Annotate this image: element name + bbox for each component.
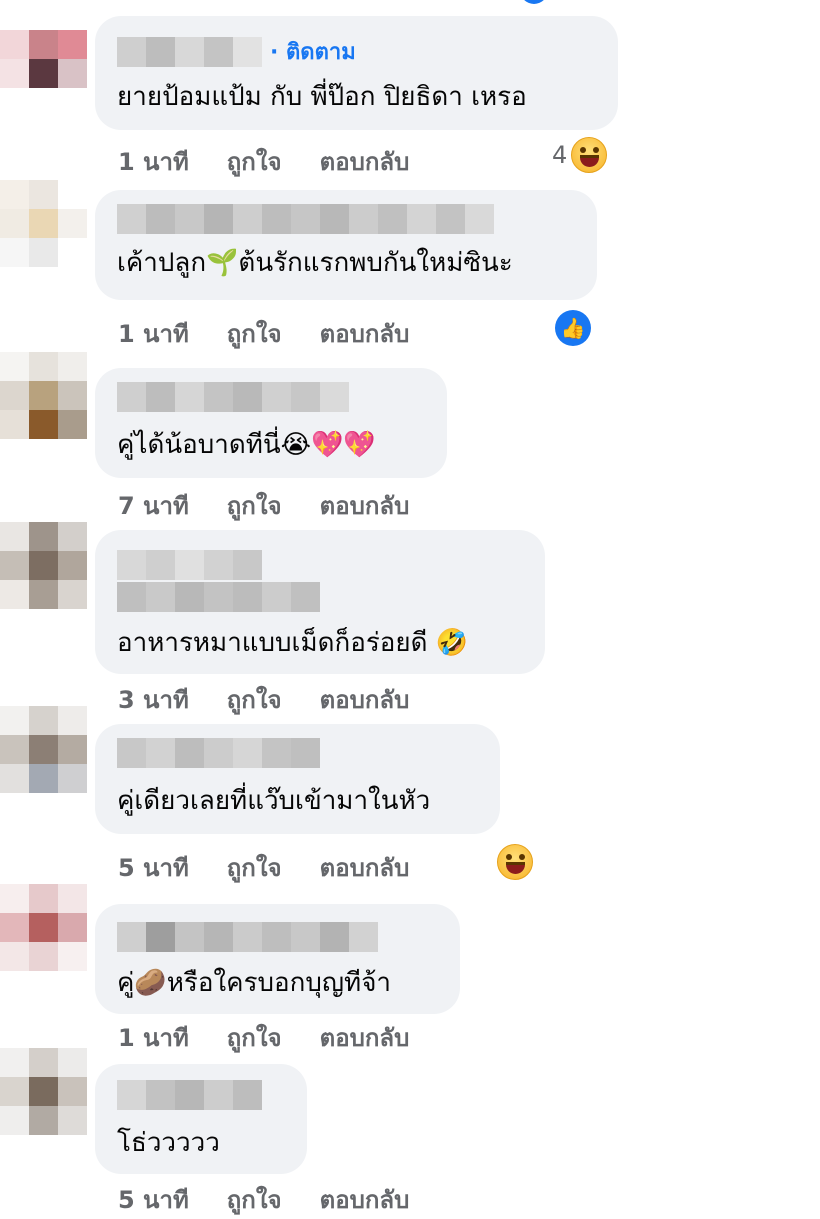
comment-bubble: · ติดตาม ยายป้อมแป้ม กับ พี่ป๊อก ปิยธิดา… [95,16,618,130]
reaction-summary[interactable]: 👍 [555,310,591,346]
avatar[interactable] [0,1048,88,1136]
partial-reaction-icon [520,0,548,4]
reply-button[interactable]: ตอบกลับ [320,486,410,525]
avatar[interactable] [0,522,88,610]
comment-time[interactable]: 5 นาที [118,1180,189,1219]
avatar[interactable] [0,352,88,440]
comment-bubble: คู่ได้น้อบาดทีนี่😭💖💖 [95,368,447,478]
comment-text: อาหารหมาแบบเม็ดก็อร่อยดี 🤣 [117,628,469,658]
comment-bubble: เค้าปลูก🌱ต้นรักแรกพบกันใหม่ซินะ [95,190,597,300]
commenter-name[interactable] [117,1080,262,1110]
comment-text: คู่ได้น้อบาดทีนี่😭💖💖 [117,430,376,460]
like-button[interactable]: ถูกใจ [227,1018,282,1057]
like-button[interactable]: ถูกใจ [227,1180,282,1219]
comment-text: ยายป้อมแป้ม กับ พี่ป๊อก ปิยธิดา เหรอ [117,82,527,112]
haha-icon [571,137,608,173]
comment-time[interactable]: 7 นาที [118,486,189,525]
comment-text: โธ่ววววว [117,1128,220,1158]
like-button[interactable]: ถูกใจ [227,680,282,719]
commenter-name[interactable] [117,738,320,768]
follow-link[interactable]: · ติดตาม [270,34,356,69]
comment-text: คู่🥔หรือใครบอกบุญทีจ้า [117,968,392,998]
comment-bubble: อาหารหมาแบบเม็ดก็อร่อยดี 🤣 [95,530,545,674]
comment-text: เค้าปลูก🌱ต้นรักแรกพบกันใหม่ซินะ [117,248,513,278]
reply-button[interactable]: ตอบกลับ [320,314,410,353]
reaction-count: 4 [552,141,568,169]
commenter-name[interactable] [117,550,262,580]
comment-bubble: คู่เดียวเลยที่แว๊บเข้ามาในหัว [95,724,500,834]
haha-icon [497,844,533,880]
commenter-name[interactable] [117,36,262,67]
like-button[interactable]: ถูกใจ [227,142,282,181]
comment-text: คู่เดียวเลยที่แว๊บเข้ามาในหัว [117,786,431,816]
comment-time[interactable]: 1 นาที [118,142,189,181]
like-button[interactable]: ถูกใจ [227,314,282,353]
comment-time[interactable]: 3 นาที [118,680,189,719]
avatar[interactable] [0,180,88,268]
avatar[interactable] [0,30,88,118]
commenter-name[interactable] [117,922,378,952]
reaction-summary[interactable]: 4 [552,137,608,173]
like-icon: 👍 [555,310,591,346]
comment-time[interactable]: 1 นาที [118,1018,189,1057]
like-button[interactable]: ถูกใจ [227,486,282,525]
reply-button[interactable]: ตอบกลับ [320,680,410,719]
reply-button[interactable]: ตอบกลับ [320,1018,410,1057]
avatar[interactable] [0,884,88,972]
reply-button[interactable]: ตอบกลับ [320,142,410,181]
commenter-name[interactable] [117,382,349,412]
reply-button[interactable]: ตอบกลับ [320,1180,410,1219]
like-button[interactable]: ถูกใจ [227,848,282,887]
commenter-name[interactable] [117,204,494,234]
commenter-name-line2 [117,582,320,612]
comment-time[interactable]: 1 นาที [118,314,189,353]
avatar[interactable] [0,706,88,794]
comment-bubble: โธ่ววววว [95,1064,307,1174]
comment-bubble: คู่🥔หรือใครบอกบุญทีจ้า [95,904,460,1014]
comment-time[interactable]: 5 นาที [118,848,189,887]
reply-button[interactable]: ตอบกลับ [320,848,410,887]
reaction-summary[interactable] [497,844,533,880]
